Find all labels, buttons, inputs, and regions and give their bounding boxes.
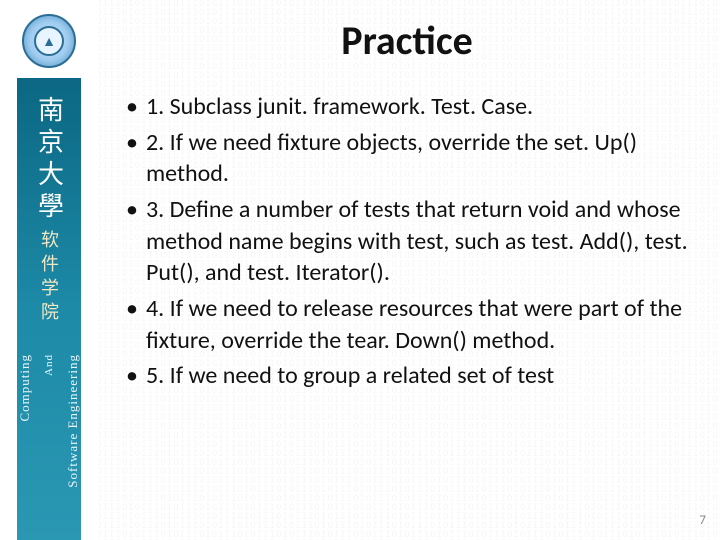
en-line-computing: Computing <box>17 354 33 422</box>
slide-title: Practice <box>122 16 692 65</box>
university-crest-icon: ▲ <box>22 14 76 68</box>
sidebar: ▲ 南京大學 软件学院 Computing And Software Engin… <box>0 0 98 540</box>
list-item: 4. If we need to release resources that … <box>122 293 692 356</box>
en-line-software: Software Engineering <box>65 354 81 488</box>
slide: ▲ 南京大學 软件学院 Computing And Software Engin… <box>0 0 720 540</box>
institution-name-en: Computing And Software Engineering <box>17 354 81 488</box>
list-item: 1. Subclass junit. framework. Test. Case… <box>122 91 692 123</box>
institution-dept-cn: 软件学院 <box>36 230 62 326</box>
bullet-list: 1. Subclass junit. framework. Test. Case… <box>122 91 692 392</box>
institution-name-cn: 南京大學 <box>31 96 68 224</box>
en-line-and: And <box>43 354 55 376</box>
crest-inner-icon: ▲ <box>34 26 64 56</box>
sidebar-band: 南京大學 软件学院 Computing And Software Enginee… <box>17 78 81 540</box>
list-item: 2. If we need fixture objects, override … <box>122 127 692 190</box>
slide-body: Practice 1. Subclass junit. framework. T… <box>98 0 720 540</box>
list-item: 3. Define a number of tests that return … <box>122 194 692 289</box>
page-number: 7 <box>699 513 706 528</box>
list-item: 5. If we need to group a related set of … <box>122 360 692 392</box>
